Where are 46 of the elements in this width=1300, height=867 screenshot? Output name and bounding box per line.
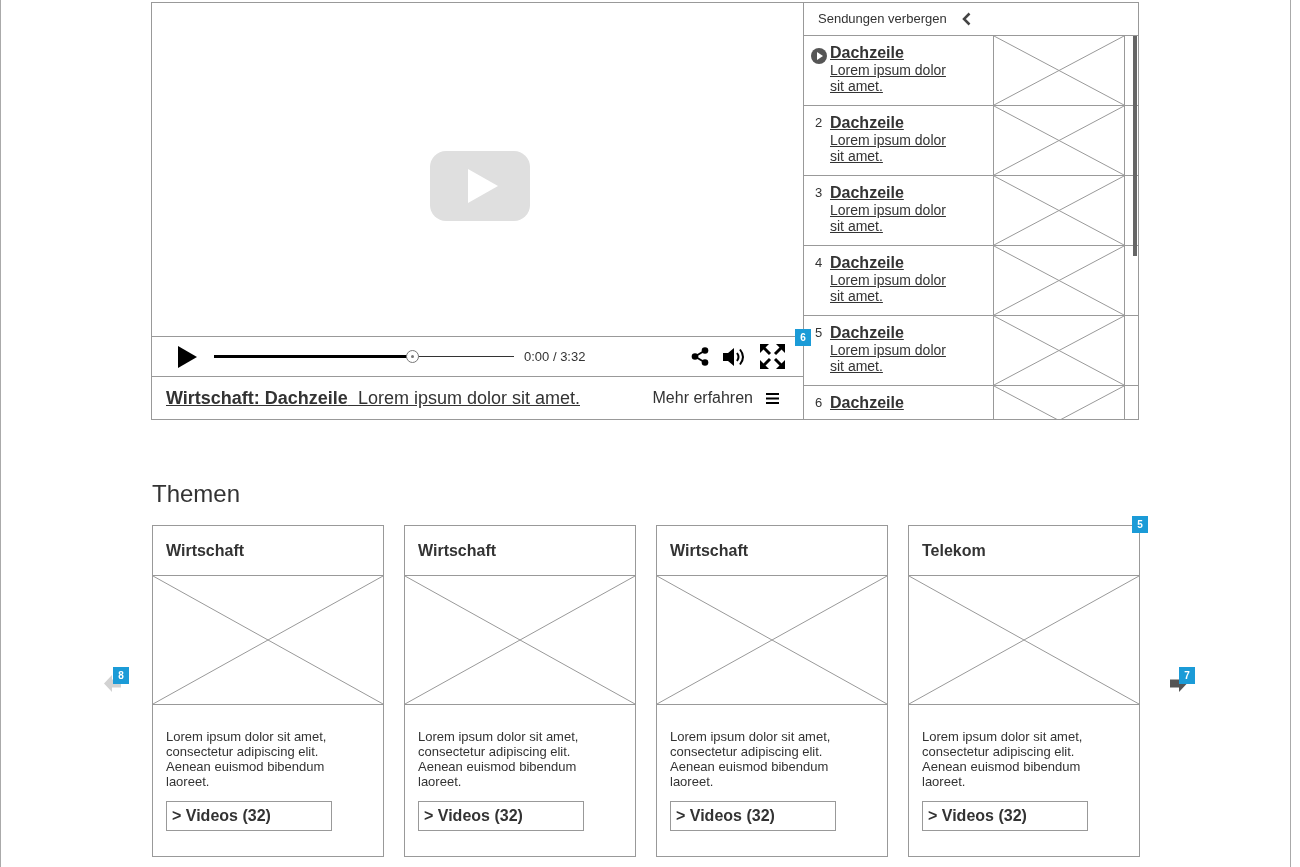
time-display: 0:00 / 3:32: [524, 347, 586, 366]
item-text-link[interactable]: Lorem ipsum dolor sit amet.: [830, 62, 958, 94]
item-title-link[interactable]: Dachzeile: [830, 324, 904, 342]
card-title: Wirtschaft: [670, 540, 749, 561]
section-heading: Themen: [152, 479, 242, 509]
annotation-marker: 7: [1179, 667, 1195, 684]
play-icon[interactable]: [178, 345, 197, 368]
card-text: Lorem ipsum dolor sit amet, consectetur adipiscing elit. Aenean euismod bibendum laoreet.: [922, 729, 1084, 789]
card-text: Lorem ipsum dolor sit amet, consectetur adipiscing elit. Aenean euismod bibendum laoreet.: [418, 729, 580, 789]
more-button[interactable]: Mehr erfahren: [652, 386, 779, 410]
card-text: Lorem ipsum dolor sit amet, consectetur adipiscing elit. Aenean euismod bibendum laoreet.: [670, 729, 832, 789]
share-icon[interactable]: [691, 347, 709, 366]
item-number: 2: [814, 114, 823, 132]
item-title-link[interactable]: Dachzeile: [830, 114, 904, 132]
play-icon: [467, 169, 498, 203]
item-title-link[interactable]: Dachzeile: [830, 44, 904, 62]
progress-thumb[interactable]: [406, 350, 419, 363]
card-title: Wirtschaft: [166, 540, 245, 561]
item-text-link[interactable]: Lorem ipsum dolor sit amet.: [830, 132, 958, 164]
item-number: 3: [814, 184, 823, 202]
menu-icon: [766, 392, 779, 404]
item-text-link[interactable]: Lorem ipsum dolor sit amet.: [830, 342, 958, 374]
videos-button[interactable]: > Videos (32): [166, 801, 332, 831]
annotation-marker: 8: [113, 667, 129, 684]
item-text-link[interactable]: Lorem ipsum dolor sit amet.: [830, 272, 958, 304]
scrollbar-thumb[interactable]: [1133, 36, 1137, 256]
chevron-left-icon: [961, 12, 971, 26]
annotation-marker: 5: [1132, 516, 1148, 533]
card-title: Telekom: [922, 540, 986, 561]
item-number: 4: [814, 254, 823, 272]
item-title-link[interactable]: Dachzeile: [830, 184, 904, 202]
item-text-link[interactable]: Lorem ipsum dolor sit amet.: [830, 202, 958, 234]
headline-link[interactable]: Wirtschaft: Dachzeile Lorem ipsum dolor sit amet.: [166, 384, 580, 412]
card-text: Lorem ipsum dolor sit amet, consectetur adipiscing elit. Aenean euismod bibendum laoreet.: [166, 729, 328, 789]
fullscreen-icon[interactable]: [760, 344, 785, 369]
item-number: 6: [814, 394, 823, 412]
item-title-link[interactable]: Dachzeile: [830, 394, 904, 412]
videos-button[interactable]: > Videos (32): [418, 801, 584, 831]
hide-playlist-button[interactable]: Sendungen verbergen: [818, 9, 971, 29]
annotation-marker: 6: [795, 329, 811, 346]
volume-icon[interactable]: [723, 346, 747, 367]
videos-button[interactable]: > Videos (32): [670, 801, 836, 831]
card-title: Wirtschaft: [418, 540, 497, 561]
item-title-link[interactable]: Dachzeile: [830, 254, 904, 272]
item-number: 5: [814, 324, 823, 342]
videos-button[interactable]: > Videos (32): [922, 801, 1088, 831]
